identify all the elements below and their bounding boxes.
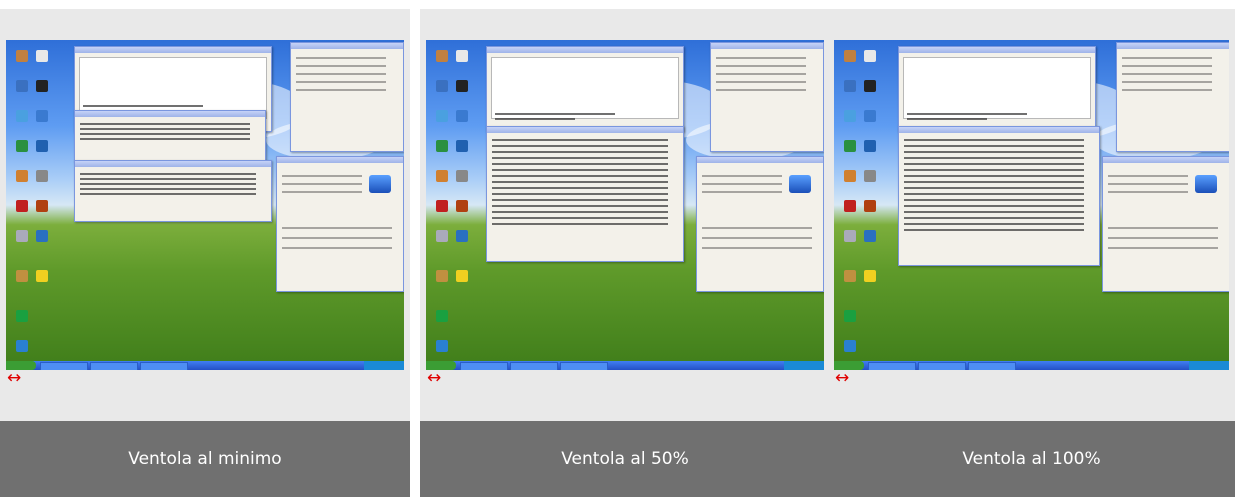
caption: Ventola al minimo [128, 449, 282, 469]
gallery-item[interactable]: ↔ Ventola al minimo [0, 9, 410, 497]
caption: Ventola al 50% [561, 449, 689, 469]
caption: Ventola al 100% [962, 449, 1101, 469]
gallery-item[interactable]: ↔ Ventola al 100% [828, 9, 1235, 497]
caption-bar: Ventola al 50% [420, 421, 830, 497]
image-gallery: ↔ Ventola al minimo ↔ Ventola al 50% ↔ V… [0, 0, 1235, 497]
screenshot-thumbnail[interactable] [6, 40, 404, 370]
expand-icon[interactable]: ↔ [835, 370, 849, 387]
caption-bar: Ventola al 100% [828, 421, 1235, 497]
expand-icon[interactable]: ↔ [7, 370, 21, 387]
caption-bar: Ventola al minimo [0, 421, 410, 497]
screenshot-thumbnail[interactable] [834, 40, 1229, 370]
expand-icon[interactable]: ↔ [427, 370, 441, 387]
gallery-item[interactable]: ↔ Ventola al 50% [420, 9, 830, 497]
screenshot-thumbnail[interactable] [426, 40, 824, 370]
